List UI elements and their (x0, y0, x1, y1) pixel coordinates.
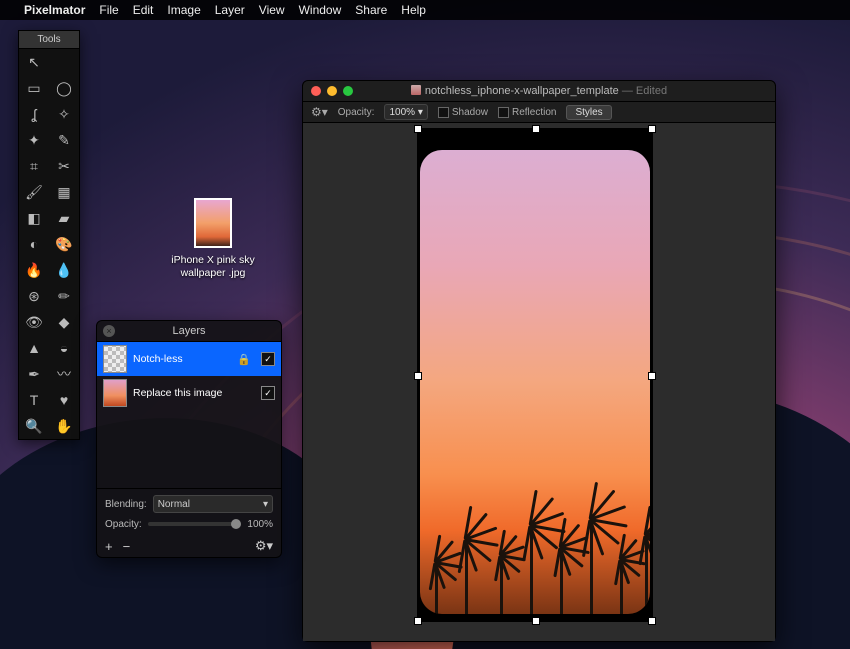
tool-paint-select[interactable]: ✎ (49, 127, 79, 153)
canvas[interactable] (303, 123, 775, 641)
tool-crop[interactable]: ⌗ (19, 153, 49, 179)
document-window[interactable]: notchless_iphone-x-wallpaper_template — … (302, 80, 776, 642)
opacity-label: Opacity: (105, 519, 142, 530)
desktop-file[interactable]: iPhone X pink sky wallpaper .jpg (191, 198, 235, 252)
menu-share[interactable]: Share (355, 3, 387, 17)
handle-e[interactable] (648, 372, 656, 380)
tool-freeform[interactable]: 〰 (49, 361, 79, 387)
window-zoom-button[interactable] (343, 86, 353, 96)
tool-polygon-lasso[interactable]: ✧ (49, 101, 79, 127)
window-title: notchless_iphone-x-wallpaper_template — … (303, 85, 775, 97)
tool-red-eye[interactable]: 👁 (19, 309, 49, 335)
window-close-button[interactable] (311, 86, 321, 96)
layers-panel[interactable]: × Layers Notch-less 🔒 Replace this image… (96, 320, 282, 558)
menu-layer[interactable]: Layer (215, 3, 245, 17)
layer-thumb (103, 345, 127, 373)
lock-icon[interactable]: 🔒 (237, 353, 251, 366)
remove-layer-button[interactable]: − (123, 539, 131, 554)
styles-button[interactable]: Styles (566, 105, 611, 120)
window-minimize-button[interactable] (327, 86, 337, 96)
visibility-toggle[interactable] (261, 352, 275, 366)
file-thumbnail (194, 198, 232, 248)
tool-text[interactable]: T (19, 387, 49, 413)
handle-sw[interactable] (414, 617, 422, 625)
handle-nw[interactable] (414, 125, 422, 133)
tool-clone[interactable]: ⊛ (19, 283, 49, 309)
menu-file[interactable]: File (99, 3, 118, 17)
layer-bounds[interactable] (417, 128, 653, 622)
layer-name: Notch-less (133, 353, 231, 365)
tool-gradient[interactable]: ◐ (19, 231, 49, 257)
tool-move[interactable]: ↖ (19, 49, 49, 75)
options-gear-menu[interactable]: ⚙︎▾ (311, 105, 328, 119)
tool-eraser[interactable]: ◧ (19, 205, 49, 231)
menubar: Pixelmator File Edit Image Layer View Wi… (0, 0, 850, 20)
menu-window[interactable]: Window (299, 3, 342, 17)
opacity-value: 100% (247, 519, 273, 530)
tool-magic-wand[interactable]: ✦ (19, 127, 49, 153)
tool-rect-select[interactable]: ▭ (19, 75, 49, 101)
tool-smudge[interactable]: 🎨 (49, 231, 79, 257)
visibility-toggle[interactable] (261, 386, 275, 400)
wallpaper-image (420, 150, 650, 614)
tool-transform[interactable] (49, 49, 79, 75)
layer-thumb (103, 379, 127, 407)
tool-sponge[interactable]: ◒ (49, 335, 79, 361)
tool-zoom[interactable]: 🔍 (19, 413, 49, 439)
blending-label: Blending: (105, 499, 147, 510)
layer-row[interactable]: Notch-less 🔒 (97, 342, 281, 376)
options-bar: ⚙︎▾ Opacity: 100% ▾ Shadow Reflection St… (303, 102, 775, 123)
handle-w[interactable] (414, 372, 422, 380)
proxy-icon (411, 85, 421, 95)
app-menu[interactable]: Pixelmator (24, 3, 85, 17)
blending-select[interactable]: Normal▾ (153, 495, 273, 513)
handle-se[interactable] (648, 617, 656, 625)
layer-fx-menu[interactable]: ⚙︎▾ (255, 538, 273, 554)
tool-fill[interactable]: ▰ (49, 205, 79, 231)
tool-brush[interactable]: 🖌 (19, 179, 49, 205)
menu-view[interactable]: View (259, 3, 285, 17)
shadow-toggle[interactable]: Shadow (438, 107, 488, 118)
tool-lasso[interactable]: ʆ (19, 101, 49, 127)
menu-edit[interactable]: Edit (133, 3, 154, 17)
tool-hand[interactable]: ✋ (49, 413, 79, 439)
tools-title: Tools (19, 31, 79, 49)
tool-shape[interactable]: ♥ (49, 387, 79, 413)
tool-blur[interactable]: ▲ (19, 335, 49, 361)
artboard (417, 128, 653, 622)
tool-slice[interactable]: ✂ (49, 153, 79, 179)
opacity-dropdown[interactable]: 100% ▾ (384, 104, 427, 120)
menu-help[interactable]: Help (401, 3, 426, 17)
layers-list[interactable]: Notch-less 🔒 Replace this image (97, 342, 281, 488)
opacity-slider[interactable] (148, 522, 242, 526)
layer-name: Replace this image (133, 387, 255, 399)
handle-s[interactable] (532, 617, 540, 625)
opacity-label: Opacity: (338, 107, 375, 118)
layers-close-button[interactable]: × (103, 325, 115, 337)
tool-dodge[interactable]: 💧 (49, 257, 79, 283)
palm-silhouettes (420, 494, 650, 614)
tool-ellipse-select[interactable]: ◯ (49, 75, 79, 101)
tool-pen[interactable]: ✒ (19, 361, 49, 387)
menu-image[interactable]: Image (167, 3, 200, 17)
add-layer-button[interactable]: + (105, 539, 113, 554)
tool-burn[interactable]: 🔥 (19, 257, 49, 283)
reflection-toggle[interactable]: Reflection (498, 107, 556, 118)
tool-heal[interactable]: ✏ (49, 283, 79, 309)
tools-panel[interactable]: Tools ↖ ▭◯ʆ✧✦✎⌗✂🖌▦◧▰◐🎨🔥💧⊛✏👁◆▲◒✒〰T♥🔍✋ (18, 30, 80, 440)
handle-n[interactable] (532, 125, 540, 133)
layer-row[interactable]: Replace this image (97, 376, 281, 410)
layers-title: Layers (172, 325, 205, 337)
handle-ne[interactable] (648, 125, 656, 133)
titlebar[interactable]: notchless_iphone-x-wallpaper_template — … (303, 81, 775, 102)
tool-sharpen[interactable]: ◆ (49, 309, 79, 335)
tool-pixel[interactable]: ▦ (49, 179, 79, 205)
file-label: iPhone X pink sky wallpaper .jpg (163, 254, 263, 280)
